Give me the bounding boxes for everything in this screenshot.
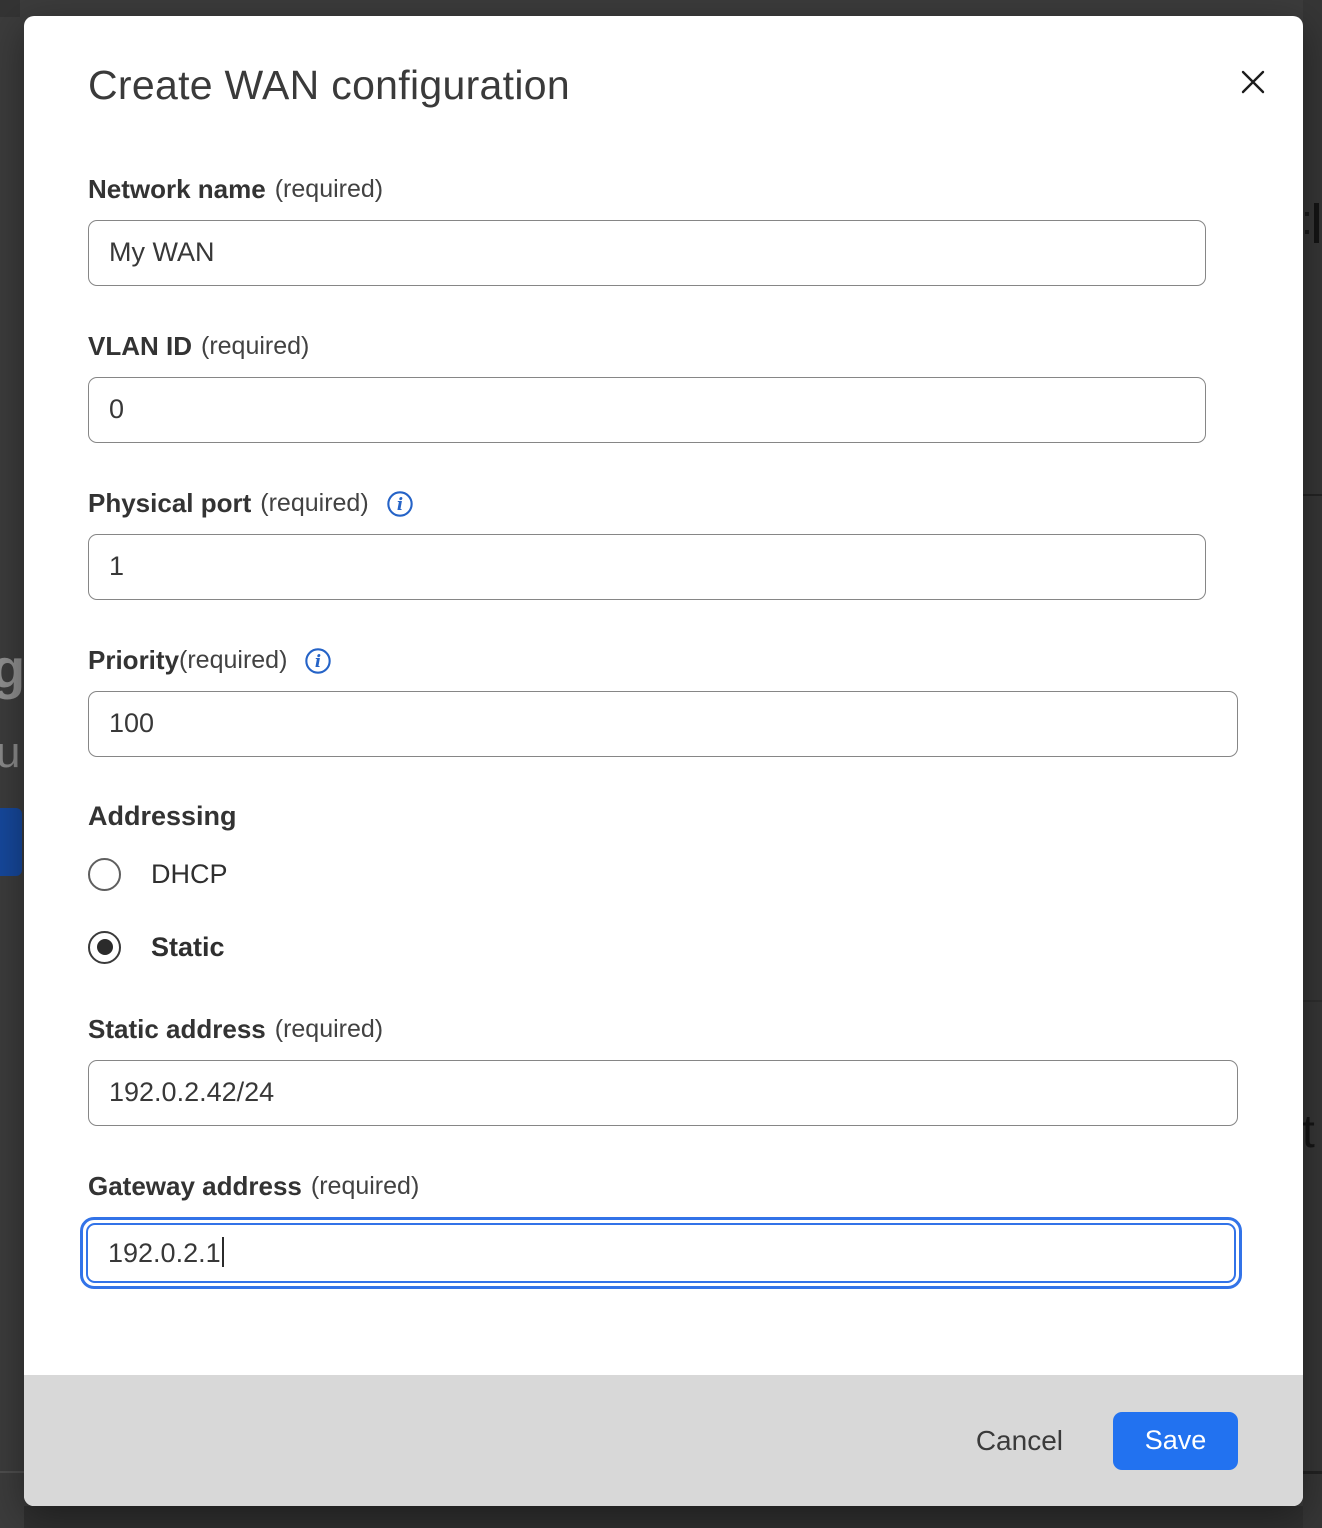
create-wan-dialog: Create WAN configuration Network name (r… xyxy=(24,16,1303,1506)
background-page xyxy=(1303,0,1322,1528)
field-static-address: Static address (required) 192.0.2.42/24 xyxy=(88,1013,1303,1126)
background-divider-fragment xyxy=(1303,1471,1322,1474)
static-address-input[interactable]: 192.0.2.42/24 xyxy=(88,1060,1238,1126)
info-icon[interactable]: i xyxy=(304,647,332,675)
priority-label: Priority xyxy=(88,645,179,676)
field-priority: Priority (required) i 100 xyxy=(88,644,1303,757)
background-divider-fragment xyxy=(1303,1000,1322,1002)
svg-text:i: i xyxy=(397,494,403,513)
background-text-fragment xyxy=(1314,203,1319,243)
vlan-id-input[interactable]: 0 xyxy=(88,377,1206,443)
field-gateway-address: Gateway address (required) 192.0.2.1 xyxy=(88,1170,1303,1289)
radio-label: Static xyxy=(151,932,225,963)
field-vlan-id: VLAN ID (required) 0 xyxy=(88,330,1303,443)
svg-text:i: i xyxy=(315,651,321,670)
background-text-fragment: t xyxy=(1302,1104,1315,1158)
background-text-fragment xyxy=(1305,212,1309,216)
dialog-title: Create WAN configuration xyxy=(88,16,1303,109)
required-hint: (required) xyxy=(275,1015,383,1044)
addressing-heading: Addressing xyxy=(88,801,1303,832)
background-page-fragment xyxy=(0,0,20,17)
save-button[interactable]: Save xyxy=(1113,1412,1238,1470)
required-hint: (required) xyxy=(260,489,368,518)
background-blue-button-fragment xyxy=(0,808,22,876)
background-divider-fragment xyxy=(0,1471,24,1473)
priority-input[interactable]: 100 xyxy=(88,691,1238,757)
required-hint: (required) xyxy=(201,332,309,361)
field-network-name: Network name (required) My WAN xyxy=(88,173,1303,286)
background-page xyxy=(24,1506,1303,1528)
radio-label: DHCP xyxy=(151,859,228,890)
addressing-group: Addressing DHCP Static xyxy=(88,801,1303,964)
network-name-input[interactable]: My WAN xyxy=(88,220,1206,286)
radio-option-dhcp[interactable]: DHCP xyxy=(88,857,1303,891)
required-hint: (required) xyxy=(311,1172,419,1201)
close-button[interactable] xyxy=(1233,64,1273,104)
physical-port-input[interactable]: 1 xyxy=(88,534,1206,600)
background-divider-fragment xyxy=(1303,494,1322,496)
background-text-fragment: u xyxy=(0,728,20,778)
cancel-button[interactable]: Cancel xyxy=(976,1425,1063,1457)
focus-ring: 192.0.2.1 xyxy=(80,1217,1242,1289)
dialog-footer: Cancel Save xyxy=(24,1375,1303,1506)
info-icon[interactable]: i xyxy=(386,490,414,518)
required-hint: (required) xyxy=(179,646,287,675)
required-hint: (required) xyxy=(275,175,383,204)
field-physical-port: Physical port (required) i 1 xyxy=(88,487,1303,600)
physical-port-label: Physical port xyxy=(88,488,251,519)
static-address-label: Static address xyxy=(88,1014,266,1045)
network-name-label: Network name xyxy=(88,174,266,205)
vlan-id-label: VLAN ID xyxy=(88,331,192,362)
gateway-address-input[interactable]: 192.0.2.1 xyxy=(86,1223,1236,1283)
radio-selected-icon xyxy=(88,931,121,964)
close-icon xyxy=(1235,64,1271,105)
radio-option-static[interactable]: Static xyxy=(88,930,1303,964)
radio-unselected-icon xyxy=(88,858,121,891)
gateway-address-label: Gateway address xyxy=(88,1171,302,1202)
background-text-fragment: g xyxy=(0,636,25,701)
